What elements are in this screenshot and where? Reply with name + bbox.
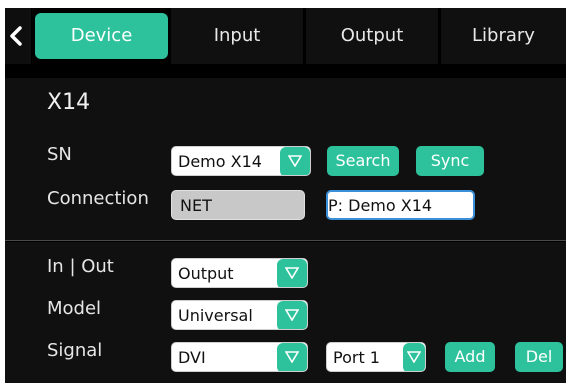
sn-value: Demo X14: [178, 152, 262, 171]
dropdown-arrow[interactable]: [277, 259, 307, 287]
back-button[interactable]: [5, 8, 31, 64]
sn-select[interactable]: Demo X14: [171, 146, 311, 176]
triangle-down-icon: [288, 155, 302, 167]
tab-library[interactable]: Library: [441, 8, 566, 64]
port-value: Port 1: [333, 348, 380, 367]
triangle-down-icon: [285, 309, 299, 321]
inout-label: In | Out: [47, 256, 114, 277]
sn-label: SN: [47, 144, 72, 165]
signal-label: Signal: [47, 340, 103, 361]
inout-select[interactable]: Output: [171, 258, 308, 288]
model-label: Model: [47, 298, 102, 319]
triangle-down-icon: [285, 267, 299, 279]
triangle-down-icon: [407, 351, 421, 363]
signal-value: DVI: [178, 348, 206, 367]
dropdown-arrow[interactable]: [277, 343, 307, 371]
io-panel: In | Out Output Model Universal Signal D…: [5, 242, 566, 383]
sync-button[interactable]: Sync: [416, 146, 484, 176]
tab-output[interactable]: Output: [306, 8, 438, 64]
app-window: Device Input Output Library X14 SN Demo …: [5, 8, 566, 383]
tab-input[interactable]: Input: [171, 8, 303, 64]
tab-device[interactable]: Device: [35, 13, 168, 59]
chevron-left-icon: [10, 26, 22, 46]
connection-label: Connection: [47, 188, 149, 209]
port-select[interactable]: Port 1: [326, 342, 426, 372]
dropdown-arrow[interactable]: [403, 343, 425, 371]
add-button[interactable]: Add: [445, 342, 495, 372]
connection-type-value: NET: [180, 196, 212, 215]
device-panel: X14 SN Demo X14 Search Sync Connection N…: [5, 78, 566, 240]
dropdown-arrow[interactable]: [280, 147, 310, 175]
connection-type-field[interactable]: NET: [171, 190, 305, 220]
del-button[interactable]: Del: [515, 342, 563, 372]
model-value: Universal: [178, 306, 253, 325]
inout-value: Output: [178, 264, 234, 283]
triangle-down-icon: [285, 351, 299, 363]
tab-bar: Device Input Output Library: [33, 8, 566, 64]
model-select[interactable]: Universal: [171, 300, 308, 330]
connection-address-field[interactable]: P: Demo X14: [326, 190, 475, 220]
device-title: X14: [47, 90, 91, 115]
connection-address-value: P: Demo X14: [328, 196, 433, 215]
section-divider: [5, 240, 566, 241]
signal-select[interactable]: DVI: [171, 342, 308, 372]
search-button[interactable]: Search: [327, 146, 399, 176]
dropdown-arrow[interactable]: [277, 301, 307, 329]
